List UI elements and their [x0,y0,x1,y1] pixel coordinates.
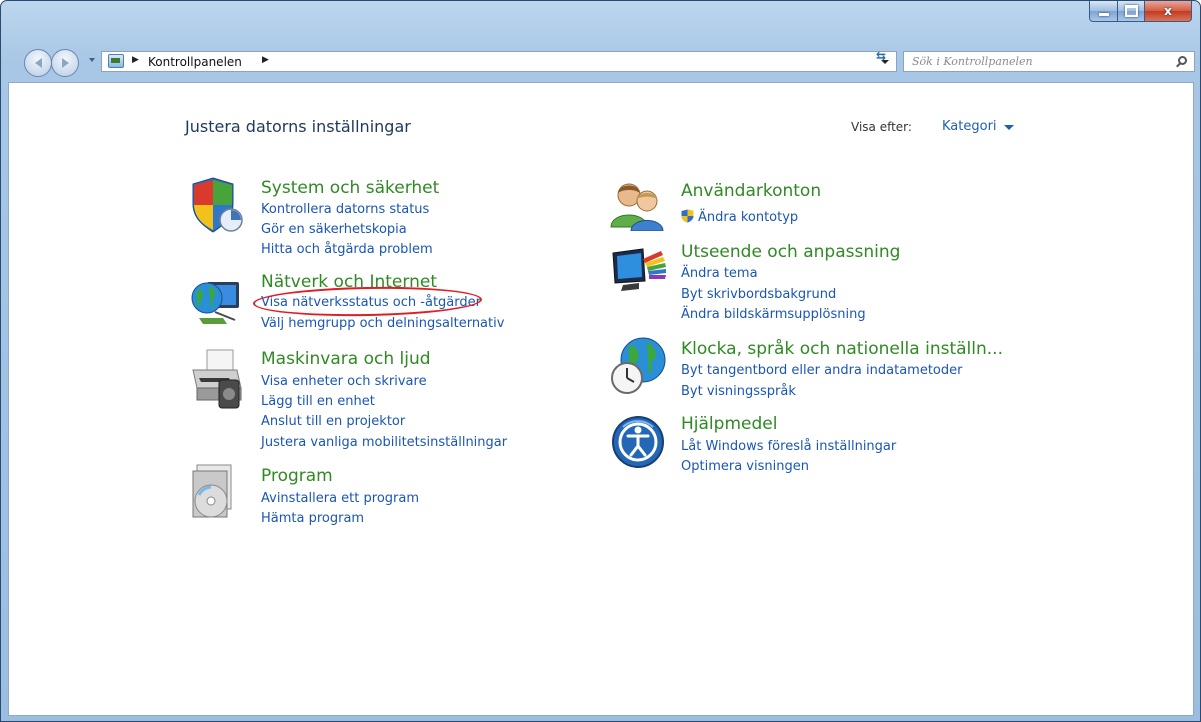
link-mobility-settings[interactable]: Justera vanliga mobilitetsinställningar [261,435,507,450]
link-uninstall-program[interactable]: Avinstallera ett program [261,491,419,506]
category-system-security[interactable]: System och säkerhet [261,178,439,198]
content-pane: Justera datorns inställningar Visa efter… [8,82,1194,716]
page-title: Justera datorns inställningar [185,117,411,136]
caption-buttons: x [1089,1,1192,22]
chevron-down-icon[interactable] [1004,125,1014,130]
search-input[interactable]: Sök i Kontrollpanelen [912,55,1033,68]
view-by-dropdown[interactable]: Kategori [942,119,997,134]
forward-button[interactable] [51,49,79,77]
link-change-keyboards[interactable]: Byt tangentbord eller andra indatametode… [681,363,962,378]
recent-pages-dropdown[interactable] [89,58,95,62]
link-optimize-display[interactable]: Optimera visningen [681,459,809,474]
link-display-language[interactable]: Byt visningsspråk [681,384,796,399]
back-arrow-icon [34,58,42,68]
category-clock-language[interactable]: Klocka, språk och nationella inställn... [681,339,1003,359]
maximize-button[interactable] [1118,1,1145,22]
breadcrumb-separator-icon[interactable]: ▶ [132,55,139,65]
uac-shield-icon [681,209,694,223]
accessibility-icon[interactable] [611,415,665,469]
link-backup[interactable]: Gör en säkerhetskopia [261,222,407,237]
breadcrumb-kontrollpanelen[interactable]: Kontrollpanelen [148,55,242,69]
link-view-devices-printers[interactable]: Visa enheter och skrivare [261,374,427,389]
programs-icon[interactable] [189,463,239,523]
link-get-programs[interactable]: Hämta program [261,511,364,526]
shield-icon[interactable] [189,176,245,234]
close-button[interactable]: x [1145,1,1192,22]
link-change-theme[interactable]: Ändra tema [681,266,758,281]
category-appearance[interactable]: Utseende och anpassning [681,242,900,262]
link-find-fix-problems[interactable]: Hitta och åtgärda problem [261,242,433,257]
control-panel-icon [108,54,124,68]
clock-globe-icon[interactable] [609,336,669,396]
printer-icon[interactable] [189,348,245,410]
address-bar[interactable]: ▶ Kontrollpanelen ▶ [101,51,897,72]
back-button[interactable] [24,49,52,77]
users-icon[interactable] [609,179,669,231]
link-change-account-type[interactable]: Ändra kontotyp [681,209,798,225]
breadcrumb-separator-icon[interactable]: ▶ [262,55,269,65]
link-change-account-type-label[interactable]: Ändra kontotyp [698,210,798,225]
link-desktop-background[interactable]: Byt skrivbordsbakgrund [681,287,836,302]
minimize-icon [1098,13,1109,16]
control-panel-window: x ▶ Kontrollpanelen ▶ ⇆ Sök i Kontrollpa… [0,0,1201,722]
view-by-label: Visa efter: [851,120,912,134]
maximize-icon [1124,5,1138,17]
category-hardware-sound[interactable]: Maskinvara och ljud [261,349,431,369]
network-globe-icon[interactable] [189,276,245,328]
link-screen-resolution[interactable]: Ändra bildskärmsupplösning [681,307,866,322]
navigation-bar: ▶ Kontrollpanelen ▶ ⇆ Sök i Kontrollpane… [1,45,1200,79]
appearance-icon[interactable] [609,245,669,295]
search-icon[interactable] [1178,56,1187,65]
forward-arrow-icon [61,58,69,68]
category-programs[interactable]: Program [261,466,333,486]
link-add-device[interactable]: Lägg till en enhet [261,394,375,409]
close-icon: x [1164,4,1172,18]
category-accessibility[interactable]: Hjälpmedel [681,414,777,434]
search-box[interactable]: Sök i Kontrollpanelen [903,51,1195,72]
minimize-button[interactable] [1089,1,1118,22]
category-user-accounts[interactable]: Användarkonton [681,181,821,201]
link-choose-homegroup[interactable]: Välj hemgrupp och delningsalternativ [261,316,504,331]
link-windows-suggest-settings[interactable]: Låt Windows föreslå inställningar [681,439,896,454]
refresh-icon[interactable]: ⇆ [869,47,893,66]
link-check-computer-status[interactable]: Kontrollera datorns status [261,202,429,217]
link-connect-projector[interactable]: Anslut till en projektor [261,414,405,429]
